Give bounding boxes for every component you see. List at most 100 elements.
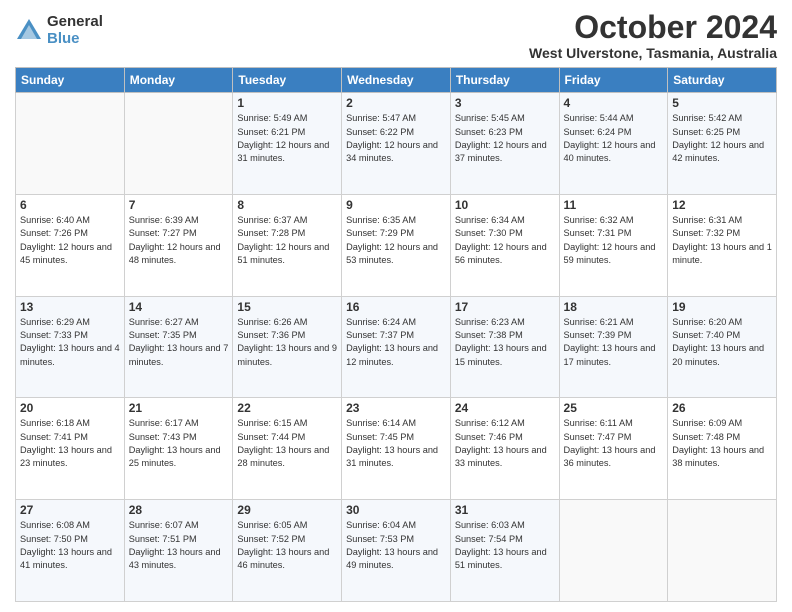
day-number: 7 — [129, 198, 229, 212]
day-number: 19 — [672, 300, 772, 314]
day-info: Sunrise: 6:31 AM Sunset: 7:32 PM Dayligh… — [672, 214, 772, 267]
calendar-cell: 19 Sunrise: 6:20 AM Sunset: 7:40 PM Dayli… — [668, 296, 777, 398]
day-number: 24 — [455, 401, 555, 415]
calendar-cell: 27 Sunrise: 6:08 AM Sunset: 7:50 PM Dayli… — [16, 500, 125, 602]
day-number: 13 — [20, 300, 120, 314]
day-info: Sunrise: 6:12 AM Sunset: 7:46 PM Dayligh… — [455, 417, 555, 470]
day-number: 11 — [564, 198, 664, 212]
day-info: Sunrise: 5:44 AM Sunset: 6:24 PM Dayligh… — [564, 112, 664, 165]
day-number: 12 — [672, 198, 772, 212]
day-info: Sunrise: 6:18 AM Sunset: 7:41 PM Dayligh… — [20, 417, 120, 470]
logo: General Blue — [15, 14, 103, 47]
day-info: Sunrise: 6:39 AM Sunset: 7:27 PM Dayligh… — [129, 214, 229, 267]
calendar-cell: 21 Sunrise: 6:17 AM Sunset: 7:43 PM Dayli… — [124, 398, 233, 500]
day-info: Sunrise: 6:08 AM Sunset: 7:50 PM Dayligh… — [20, 519, 120, 572]
day-number: 27 — [20, 503, 120, 517]
calendar-table: Sunday Monday Tuesday Wednesday Thursday… — [15, 67, 777, 602]
logo-general: General — [47, 14, 103, 31]
calendar-cell: 11 Sunrise: 6:32 AM Sunset: 7:31 PM Dayli… — [559, 194, 668, 296]
day-number: 29 — [237, 503, 337, 517]
col-friday: Friday — [559, 68, 668, 93]
day-number: 20 — [20, 401, 120, 415]
day-number: 8 — [237, 198, 337, 212]
day-number: 25 — [564, 401, 664, 415]
day-info: Sunrise: 6:21 AM Sunset: 7:39 PM Dayligh… — [564, 316, 664, 369]
calendar-cell: 16Sunrise: 6:24 AM Sunset: 7:37 PM Dayli… — [342, 296, 451, 398]
calendar-cell: 8 Sunrise: 6:37 AM Sunset: 7:28 PM Daylig… — [233, 194, 342, 296]
day-info: Sunrise: 5:49 AM Sunset: 6:21 PM Dayligh… — [237, 112, 337, 165]
day-info: Sunrise: 6:15 AM Sunset: 7:44 PM Dayligh… — [237, 417, 337, 470]
calendar-cell: 12 Sunrise: 6:31 AM Sunset: 7:32 PM Dayli… — [668, 194, 777, 296]
calendar-cell — [559, 500, 668, 602]
calendar-cell: 31 Sunrise: 6:03 AM Sunset: 7:54 PM Dayli… — [450, 500, 559, 602]
calendar-cell: 23Sunrise: 6:14 AM Sunset: 7:45 PM Dayli… — [342, 398, 451, 500]
day-info: Sunrise: 6:17 AM Sunset: 7:43 PM Dayligh… — [129, 417, 229, 470]
calendar-week-row: 13Sunrise: 6:29 AM Sunset: 7:33 PM Dayli… — [16, 296, 777, 398]
calendar-cell: 1Sunrise: 5:49 AM Sunset: 6:21 PM Daylig… — [233, 93, 342, 195]
col-monday: Monday — [124, 68, 233, 93]
logo-blue: Blue — [47, 31, 103, 48]
calendar-cell: 29 Sunrise: 6:05 AM Sunset: 7:52 PM Dayli… — [233, 500, 342, 602]
col-tuesday: Tuesday — [233, 68, 342, 93]
day-info: Sunrise: 6:03 AM Sunset: 7:54 PM Dayligh… — [455, 519, 555, 572]
calendar-week-row: 6 Sunrise: 6:40 AM Sunset: 7:26 PM Daylig… — [16, 194, 777, 296]
day-info: Sunrise: 6:24 AM Sunset: 7:37 PM Dayligh… — [346, 316, 446, 369]
day-number: 9 — [346, 198, 446, 212]
day-info: Sunrise: 5:47 AM Sunset: 6:22 PM Dayligh… — [346, 112, 446, 165]
calendar-cell: 4Sunrise: 5:44 AM Sunset: 6:24 PM Daylig… — [559, 93, 668, 195]
day-number: 31 — [455, 503, 555, 517]
day-number: 21 — [129, 401, 229, 415]
day-number: 3 — [455, 96, 555, 110]
calendar-cell: 15Sunrise: 6:26 AM Sunset: 7:36 PM Dayli… — [233, 296, 342, 398]
day-info: Sunrise: 6:23 AM Sunset: 7:38 PM Dayligh… — [455, 316, 555, 369]
day-info: Sunrise: 6:27 AM Sunset: 7:35 PM Dayligh… — [129, 316, 229, 369]
day-number: 5 — [672, 96, 772, 110]
day-number: 2 — [346, 96, 446, 110]
calendar-cell: 30 Sunrise: 6:04 AM Sunset: 7:53 PM Dayli… — [342, 500, 451, 602]
subtitle: West Ulverstone, Tasmania, Australia — [529, 45, 777, 61]
calendar-cell: 13Sunrise: 6:29 AM Sunset: 7:33 PM Dayli… — [16, 296, 125, 398]
day-number: 14 — [129, 300, 229, 314]
calendar-cell: 25 Sunrise: 6:11 AM Sunset: 7:47 PM Dayli… — [559, 398, 668, 500]
day-info: Sunrise: 6:07 AM Sunset: 7:51 PM Dayligh… — [129, 519, 229, 572]
day-info: Sunrise: 6:20 AM Sunset: 7:40 PM Dayligh… — [672, 316, 772, 369]
title-block: October 2024 West Ulverstone, Tasmania, … — [529, 10, 777, 61]
col-sunday: Sunday — [16, 68, 125, 93]
day-number: 18 — [564, 300, 664, 314]
calendar-cell — [124, 93, 233, 195]
calendar-week-row: 20 Sunrise: 6:18 AM Sunset: 7:41 PM Dayli… — [16, 398, 777, 500]
calendar-cell: 14 Sunrise: 6:27 AM Sunset: 7:35 PM Dayli… — [124, 296, 233, 398]
header: General Blue October 2024 West Ulverston… — [15, 10, 777, 61]
day-info: Sunrise: 6:40 AM Sunset: 7:26 PM Dayligh… — [20, 214, 120, 267]
day-info: Sunrise: 6:04 AM Sunset: 7:53 PM Dayligh… — [346, 519, 446, 572]
calendar-cell: 3 Sunrise: 5:45 AM Sunset: 6:23 PM Daylig… — [450, 93, 559, 195]
day-number: 10 — [455, 198, 555, 212]
calendar-week-row: 1Sunrise: 5:49 AM Sunset: 6:21 PM Daylig… — [16, 93, 777, 195]
day-number: 22 — [237, 401, 337, 415]
calendar-cell: 24 Sunrise: 6:12 AM Sunset: 7:46 PM Dayli… — [450, 398, 559, 500]
day-info: Sunrise: 6:09 AM Sunset: 7:48 PM Dayligh… — [672, 417, 772, 470]
day-info: Sunrise: 6:11 AM Sunset: 7:47 PM Dayligh… — [564, 417, 664, 470]
calendar-cell: 9Sunrise: 6:35 AM Sunset: 7:29 PM Daylig… — [342, 194, 451, 296]
day-number: 30 — [346, 503, 446, 517]
calendar-cell: 5 Sunrise: 5:42 AM Sunset: 6:25 PM Daylig… — [668, 93, 777, 195]
day-info: Sunrise: 5:42 AM Sunset: 6:25 PM Dayligh… — [672, 112, 772, 165]
day-number: 15 — [237, 300, 337, 314]
day-number: 6 — [20, 198, 120, 212]
month-title: October 2024 — [529, 10, 777, 45]
calendar-cell: 28Sunrise: 6:07 AM Sunset: 7:51 PM Dayli… — [124, 500, 233, 602]
calendar-header-row: Sunday Monday Tuesday Wednesday Thursday… — [16, 68, 777, 93]
calendar-week-row: 27 Sunrise: 6:08 AM Sunset: 7:50 PM Dayli… — [16, 500, 777, 602]
day-number: 26 — [672, 401, 772, 415]
day-info: Sunrise: 5:45 AM Sunset: 6:23 PM Dayligh… — [455, 112, 555, 165]
logo-text: General Blue — [47, 14, 103, 47]
col-thursday: Thursday — [450, 68, 559, 93]
day-number: 17 — [455, 300, 555, 314]
calendar-cell: 20 Sunrise: 6:18 AM Sunset: 7:41 PM Dayli… — [16, 398, 125, 500]
calendar-cell: 22 Sunrise: 6:15 AM Sunset: 7:44 PM Dayli… — [233, 398, 342, 500]
day-info: Sunrise: 6:37 AM Sunset: 7:28 PM Dayligh… — [237, 214, 337, 267]
col-saturday: Saturday — [668, 68, 777, 93]
day-info: Sunrise: 6:05 AM Sunset: 7:52 PM Dayligh… — [237, 519, 337, 572]
day-info: Sunrise: 6:32 AM Sunset: 7:31 PM Dayligh… — [564, 214, 664, 267]
calendar-cell: 17 Sunrise: 6:23 AM Sunset: 7:38 PM Dayli… — [450, 296, 559, 398]
